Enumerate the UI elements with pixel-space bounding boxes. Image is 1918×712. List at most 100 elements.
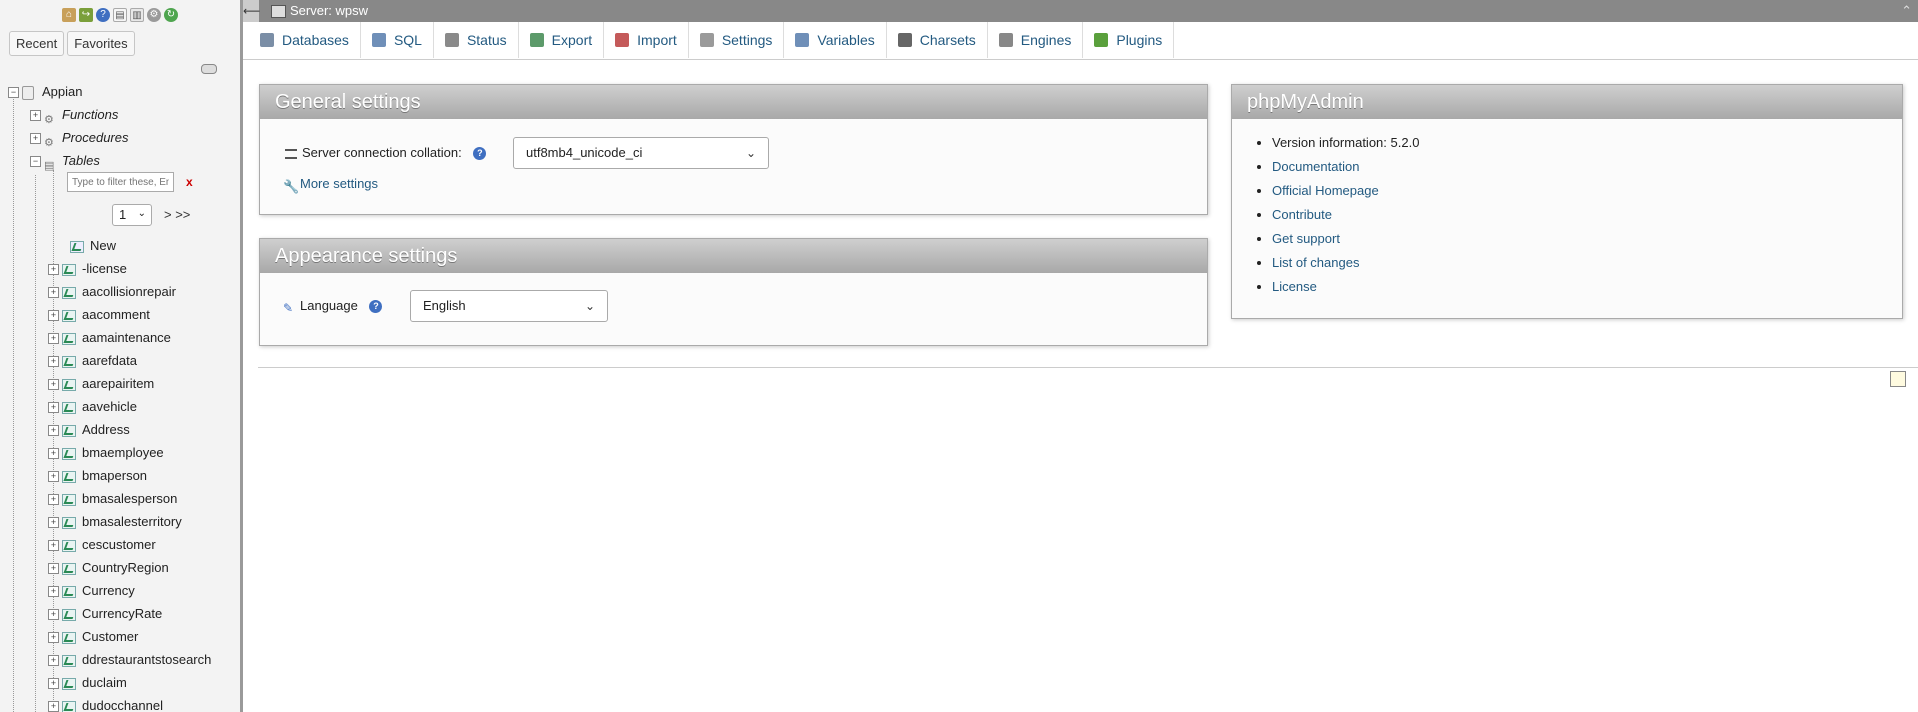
table-row[interactable]: + dudocchannel <box>48 696 163 712</box>
new-label[interactable]: New <box>90 238 116 253</box>
gear-icon[interactable]: ⚙ <box>147 8 161 22</box>
more-settings-text[interactable]: More settings <box>300 176 378 191</box>
expand-icon[interactable]: + <box>48 333 59 345</box>
table-name[interactable]: bmasalesterritory <box>82 514 182 529</box>
tab-status[interactable]: Status <box>434 22 519 58</box>
pma-link[interactable]: Official Homepage <box>1272 179 1902 203</box>
collapse-icon[interactable]: − <box>30 156 41 168</box>
expand-icon[interactable]: + <box>48 264 59 276</box>
table-name[interactable]: dudocchannel <box>82 698 163 712</box>
expand-icon[interactable]: + <box>48 471 59 483</box>
table-name[interactable]: cescustomer <box>82 537 156 552</box>
pma-link-text[interactable]: Documentation <box>1272 159 1359 174</box>
tab-settings[interactable]: Settings <box>689 22 785 58</box>
tab-export[interactable]: Export <box>519 22 605 58</box>
table-row[interactable]: + Customer <box>48 627 138 647</box>
table-row[interactable]: + aacollisionrepair <box>48 282 176 302</box>
expand-icon[interactable]: + <box>48 678 59 690</box>
tree-group-tables[interactable]: − ▤ Tables <box>30 151 100 172</box>
documentation-icon[interactable]: ▤ <box>113 8 127 22</box>
expand-icon[interactable]: + <box>48 356 59 368</box>
pma-link-text[interactable]: Get support <box>1272 231 1340 246</box>
expand-icon[interactable]: + <box>48 494 59 506</box>
expand-icon[interactable]: + <box>48 655 59 667</box>
collation-select[interactable]: utf8mb4_unicode_ci ⌄ <box>513 137 769 169</box>
table-row[interactable]: + aavehicle <box>48 397 137 417</box>
table-name[interactable]: Customer <box>82 629 138 644</box>
table-row[interactable]: + bmasalesterritory <box>48 512 182 532</box>
expand-icon[interactable]: + <box>48 540 59 552</box>
tree-new-table[interactable]: New <box>70 236 116 256</box>
table-filter-input[interactable] <box>67 172 174 192</box>
table-name[interactable]: -license <box>82 261 127 276</box>
tab-variables[interactable]: Variables <box>784 22 887 58</box>
table-row[interactable]: + cescustomer <box>48 535 156 555</box>
table-name[interactable]: aacomment <box>82 307 150 322</box>
table-row[interactable]: + bmaperson <box>48 466 147 486</box>
table-name[interactable]: Currency <box>82 583 135 598</box>
expand-icon[interactable]: + <box>48 609 59 621</box>
table-row[interactable]: + aacomment <box>48 305 150 325</box>
reload-icon[interactable]: ↻ <box>164 8 178 22</box>
table-row[interactable]: + bmaemployee <box>48 443 164 463</box>
pma-link-text[interactable]: Contribute <box>1272 207 1332 222</box>
tab-plugins[interactable]: Plugins <box>1083 22 1175 58</box>
table-name[interactable]: aarefdata <box>82 353 137 368</box>
collapse-nav-button[interactable]: ⟵ <box>243 0 260 22</box>
expand-icon[interactable]: + <box>48 287 59 299</box>
table-row[interactable]: + CurrencyRate <box>48 604 162 624</box>
recent-button[interactable]: Recent <box>9 31 65 56</box>
server-title[interactable]: Server: wpsw <box>290 3 368 18</box>
tab-import[interactable]: Import <box>604 22 689 58</box>
table-name[interactable]: ddrestaurantstosearch <box>82 652 211 667</box>
help-icon[interactable]: ? <box>369 300 383 314</box>
expand-icon[interactable]: + <box>30 133 41 145</box>
table-row[interactable]: + bmasalesperson <box>48 489 177 509</box>
table-row[interactable]: + aamaintenance <box>48 328 171 348</box>
pma-link[interactable]: Documentation <box>1272 155 1902 179</box>
filter-clear-button[interactable]: x <box>186 175 193 189</box>
group-label[interactable]: Functions <box>62 107 118 122</box>
group-label[interactable]: Tables <box>62 153 100 168</box>
sql-docs-icon[interactable]: ▥ <box>130 8 144 22</box>
table-name[interactable]: bmasalesperson <box>82 491 177 506</box>
pma-link-text[interactable]: Official Homepage <box>1272 183 1379 198</box>
table-row[interactable]: + duclaim <box>48 673 127 693</box>
query-window-icon[interactable]: ? <box>96 8 110 22</box>
table-name[interactable]: aamaintenance <box>82 330 171 345</box>
expand-icon[interactable]: + <box>48 425 59 437</box>
db-name[interactable]: Appian <box>42 84 82 99</box>
tab-engines[interactable]: Engines <box>988 22 1084 58</box>
table-name[interactable]: duclaim <box>82 675 127 690</box>
table-row[interactable]: + Address <box>48 420 130 440</box>
table-row[interactable]: + CountryRegion <box>48 558 169 578</box>
group-label[interactable]: Procedures <box>62 130 128 145</box>
logout-icon[interactable]: ↪ <box>79 8 93 22</box>
table-name[interactable]: aavehicle <box>82 399 137 414</box>
tree-db-appian[interactable]: − Appian <box>8 82 82 102</box>
table-name[interactable]: bmaemployee <box>82 445 164 460</box>
table-name[interactable]: CountryRegion <box>82 560 169 575</box>
home-icon[interactable]: ⌂ <box>62 8 76 22</box>
expand-icon[interactable]: + <box>48 379 59 391</box>
table-row[interactable]: + aarepairitem <box>48 374 154 394</box>
table-row[interactable]: + Currency <box>48 581 135 601</box>
console-icon[interactable] <box>1890 371 1906 387</box>
expand-icon[interactable]: + <box>48 563 59 575</box>
tab-charsets[interactable]: Charsets <box>887 22 988 58</box>
table-name[interactable]: CurrencyRate <box>82 606 162 621</box>
table-row[interactable]: + aarefdata <box>48 351 137 371</box>
tab-sql[interactable]: SQL <box>361 22 434 58</box>
table-name[interactable]: aacollisionrepair <box>82 284 176 299</box>
tab-databases[interactable]: Databases <box>249 22 361 58</box>
favorites-button[interactable]: Favorites <box>67 31 135 56</box>
pma-link-text[interactable]: License <box>1272 279 1317 294</box>
collapse-icon[interactable]: ⌃ <box>1901 0 1912 22</box>
nav-resizer[interactable] <box>240 0 243 712</box>
expand-icon[interactable]: + <box>48 448 59 460</box>
collapse-icon[interactable]: − <box>8 87 19 99</box>
expand-icon[interactable]: + <box>30 110 41 122</box>
table-name[interactable]: Address <box>82 422 130 437</box>
table-name[interactable]: bmaperson <box>82 468 147 483</box>
expand-icon[interactable]: + <box>48 517 59 529</box>
